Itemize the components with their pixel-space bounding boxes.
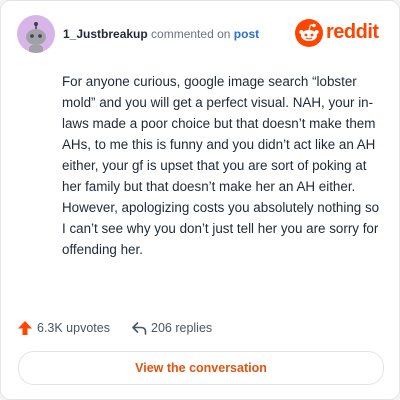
post-link[interactable]: post [234, 27, 259, 41]
snoo-avatar-icon [26, 22, 46, 53]
reddit-brand[interactable]: reddit [295, 19, 383, 47]
comment-header: 1_Justbreakup commented on post reddit [17, 15, 383, 55]
upvote-arrow-icon [18, 321, 32, 335]
reply-count: 206 replies [151, 321, 213, 335]
comment-card: 1_Justbreakup commented on post reddit F… [0, 0, 400, 400]
comment-meta: 1_Justbreakup commented on post [63, 27, 259, 41]
view-conversation-button[interactable]: View the conversation [18, 351, 384, 385]
reddit-wordmark: reddit [326, 21, 379, 43]
action-text: commented on [151, 27, 231, 41]
upvote-count: 6.3K upvotes [37, 321, 110, 335]
avatar[interactable] [17, 15, 55, 53]
reddit-logo-icon [295, 19, 323, 47]
username[interactable]: 1_Justbreakup [63, 27, 148, 41]
reply-arrow-icon [132, 322, 147, 335]
comment-body: For anyone curious, google image search … [62, 74, 380, 257]
